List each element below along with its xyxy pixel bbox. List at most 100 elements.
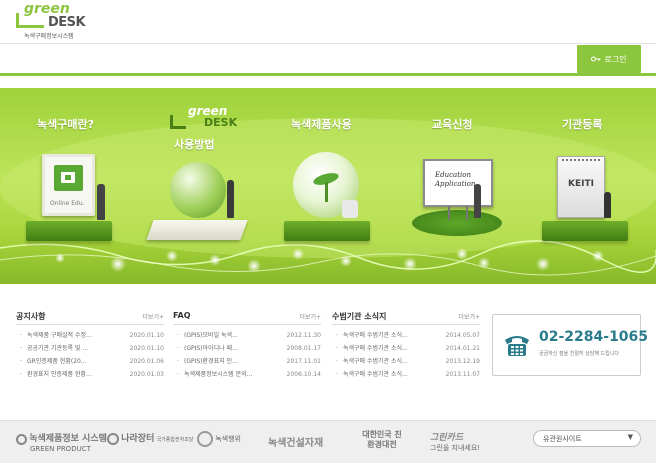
teacher-figure <box>474 184 481 218</box>
footer-logo-text: 그린카드 <box>430 433 464 443</box>
bullet-icon: · <box>336 345 338 352</box>
menu-green-products[interactable]: 녹색제품사용 <box>291 116 352 132</box>
board-title: 공지사항 더보기+ <box>16 311 164 325</box>
list-item-title: 녹색구매 수범기관 소식... <box>343 332 408 339</box>
bullet-icon: · <box>177 358 179 365</box>
footer-logo-text: 대한민국 친환경대전 <box>362 430 402 449</box>
list-item-title: 녹색구매 수범기관 소식... <box>343 358 408 365</box>
footer-logo-green-action[interactable]: 녹색행위 <box>197 431 241 447</box>
keiti-label: KEITI <box>568 179 594 189</box>
list-item[interactable]: · 녹색구매 수범기관 소식... 2013.11.07 <box>332 368 480 381</box>
board-notice: 공지사항 더보기+ · 녹색제품 구매실적 수정... 2020.01.10 · 공공기… <box>16 311 164 381</box>
platform-4 <box>412 210 502 236</box>
list-item[interactable]: · 녹색구매 수범기관 소식... 2013.12.19 <box>332 355 480 368</box>
list-item-title: 공공기관 기관등록 및 ... <box>27 345 89 352</box>
platform-5 <box>542 221 628 241</box>
footer-logo-text: 녹색행위 <box>215 435 241 443</box>
list-item[interactable]: · (GPIS)환경표지 인... 2017.11.01 <box>173 355 321 368</box>
list-item-date: 2020.01.10 <box>129 345 164 352</box>
menu-education[interactable]: 교육신청 <box>432 116 472 132</box>
monitor-icon <box>54 165 83 191</box>
list-item[interactable]: · (GPIS)모바일 녹색... 2012.11.30 <box>173 329 321 342</box>
person-figure-5 <box>604 192 611 218</box>
list-item-title: 녹색구매 수범기관 소식... <box>343 371 408 378</box>
footer-logo-koneps[interactable]: 나라장터 국가종합전자조달 <box>107 431 193 445</box>
g-icon <box>16 433 27 445</box>
footer-logo-sub: 국가종합전자조달 <box>156 437 194 443</box>
globe-icon <box>170 162 226 218</box>
online-edu-label: Online Edu. <box>50 200 85 207</box>
list-item[interactable]: · 녹색구매 수범기관 소식... 2014.05.07 <box>332 329 480 342</box>
chevron-down-icon: ▼ <box>627 433 633 441</box>
children-figures <box>342 200 358 218</box>
menu-how-to-use[interactable]: 사용방법 <box>174 136 214 152</box>
list-item-date: 2014.01.21 <box>445 345 480 352</box>
login-button[interactable]: 로그인 <box>577 45 641 73</box>
bullet-icon: · <box>336 358 338 365</box>
footer-logo-sub: 그린을 지내세요! <box>430 444 481 452</box>
bullet-icon: · <box>20 371 22 378</box>
footer-logo-green-card[interactable]: 그린카드 그린을 지내세요! <box>430 430 480 453</box>
platform-3 <box>284 221 370 241</box>
main-banner: 녹색구매란? Online Edu. green DESK 사용방법 녹색제품사… <box>0 88 656 284</box>
contact-box: 02-2284-1065 궁금하신 점을 친절히 상담해 드립니다 <box>492 314 648 376</box>
more-link[interactable]: 더보기+ <box>142 312 164 321</box>
footer-logo-sub: GREEN PRODUCT <box>30 444 91 453</box>
login-label: 로그인 <box>604 54 627 64</box>
greendesk-logo[interactable]: green DESK 녹색구매정보시스템 <box>16 1 106 41</box>
footer-logo-gpis[interactable]: 녹색제품정보 시스템 GREEN PRODUCT <box>16 431 107 453</box>
footer-logo-text: 녹색건설자재 <box>268 438 324 449</box>
board-title: 수범기관 소식지 더보기+ <box>332 311 480 325</box>
board-rows: · 녹색제품 구매실적 수정... 2020.01.10 · 공공기관 기관등록 및 .… <box>16 329 164 381</box>
bullet-icon: · <box>177 345 179 352</box>
more-link[interactable]: 더보기+ <box>458 312 480 321</box>
list-item-date: 2006.10.14 <box>286 371 321 378</box>
list-item-title: 녹색제품 구매실적 수정... <box>27 332 92 339</box>
usage-logo-desk: DESK <box>204 116 238 129</box>
bullet-icon: · <box>177 371 179 378</box>
online-edu-screen[interactable]: Online Edu. <box>42 154 95 216</box>
related-sites-label: 유관원사이트 <box>543 435 582 443</box>
list-item-title: 녹색제품정보시스템 문의... <box>184 371 253 378</box>
menu-green-purchase[interactable]: 녹색구매란? <box>37 116 94 132</box>
list-item[interactable]: · 환경표지 인증제품 현황... 2020.01.03 <box>16 368 164 381</box>
board-title-text: 수범기관 소식지 <box>332 312 387 321</box>
logo-desk-text: DESK <box>48 15 86 30</box>
footer-logo-green-material[interactable]: 녹색건설자재 <box>268 434 323 449</box>
list-item[interactable]: · GR인증제품 현황(20... 2020.01.06 <box>16 355 164 368</box>
bullet-icon: · <box>177 332 179 339</box>
list-item[interactable]: · (GPIS)아이디나 패... 2008.01.17 <box>173 342 321 355</box>
list-item[interactable]: · 녹색제품 구매실적 수정... 2020.01.10 <box>16 329 164 342</box>
list-item-title: (GPIS)모바일 녹색... <box>184 332 238 339</box>
list-item-title: (GPIS)환경표지 인... <box>184 358 238 365</box>
nav-divider <box>0 73 656 76</box>
board-rows: · 녹색구매 수범기관 소식... 2014.05.07 · 녹색구매 수범기관 소식.… <box>332 329 480 381</box>
list-item[interactable]: · 녹색구매 수범기관 소식... 2014.01.21 <box>332 342 480 355</box>
usage-greendesk-logo: green DESK <box>170 104 240 132</box>
bullet-icon: · <box>20 358 22 365</box>
footer-logo-eco-expo[interactable]: 대한민국 친환경대전 <box>362 430 402 450</box>
more-link[interactable]: 더보기+ <box>299 312 321 321</box>
top-header: green DESK 녹색구매정보시스템 <box>0 0 656 44</box>
key-icon <box>591 55 601 64</box>
open-book <box>146 220 248 240</box>
green-action-icon <box>197 431 213 447</box>
phone-number: 02-2284-1065 <box>539 329 649 345</box>
board-title-text: FAQ <box>173 311 191 320</box>
list-item-title: (GPIS)아이디나 패... <box>184 345 238 352</box>
list-item-date: 2013.12.19 <box>445 358 480 365</box>
related-sites-select[interactable]: 유관원사이트 ▼ <box>533 430 641 447</box>
list-item-date: 2017.11.01 <box>286 358 321 365</box>
education-whiteboard[interactable]: Education Application <box>423 159 493 207</box>
koneps-icon <box>107 433 119 445</box>
menu-register-institution[interactable]: 기관등록 <box>562 116 602 132</box>
footer-bar: 녹색제품정보 시스템 GREEN PRODUCT 나라장터 국가종합전자조달 녹… <box>0 420 656 463</box>
bullet-icon: · <box>20 345 22 352</box>
nav-bar <box>0 44 656 74</box>
list-item[interactable]: · 공공기관 기관등록 및 ... 2020.01.10 <box>16 342 164 355</box>
registration-board[interactable]: KEITI <box>557 156 605 218</box>
board-title-text: 공지사항 <box>16 312 46 321</box>
person-figure-2 <box>227 180 234 218</box>
list-item[interactable]: · 녹색제품정보시스템 문의... 2006.10.14 <box>173 368 321 381</box>
list-item-date: 2020.01.10 <box>129 332 164 339</box>
